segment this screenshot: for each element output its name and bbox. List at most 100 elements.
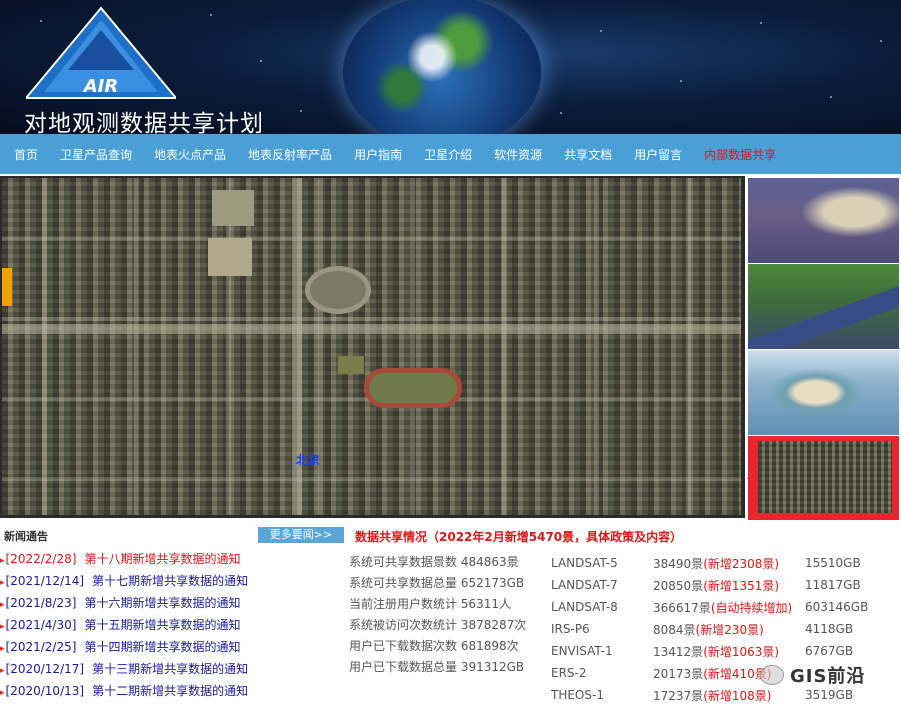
news-item[interactable]: ▸[2021/12/14] 第十七期新增共享数据的通知 (0, 570, 248, 592)
satellite-name: LANDSAT-7 (551, 578, 618, 592)
terrain-patch (208, 238, 252, 276)
count-value: 17237景 (653, 688, 704, 703)
site-title: 对地观测数据共享计划 (24, 111, 264, 134)
thumbnail-river[interactable] (748, 264, 899, 349)
system-stats-list: 系统可共享数据景数 484863景 系统可共享数据总量 652173GB 当前注… (349, 552, 526, 678)
data-size: 603146GB (805, 600, 869, 614)
terrain-patch (338, 356, 364, 374)
news-item[interactable]: ▸[2021/8/23] 第十六期新增共享数据的通知 (0, 592, 248, 614)
news-item[interactable]: ▸[2022/2/28] 第十八期新增共享数据的通知 (0, 548, 248, 570)
news-item[interactable]: ▸[2021/2/25] 第十四期新增共享数据的通知 (0, 636, 248, 658)
increment-value: (新增2308景) (703, 556, 780, 571)
thumbnail-beijing-selected[interactable] (747, 436, 899, 520)
news-date[interactable]: [2021/4/30] (6, 618, 77, 632)
nav-item-shared-docs[interactable]: 共享文档 (564, 146, 612, 163)
side-tab-handle[interactable] (2, 268, 12, 306)
selected-arrow-icon (747, 470, 755, 486)
news-title[interactable]: 第十八期新增共享数据的通知 (84, 552, 240, 566)
bullet-icon: ▸ (0, 556, 5, 566)
news-title[interactable]: 第十二期新增共享数据的通知 (92, 684, 248, 698)
news-date[interactable]: [2021/12/14] (6, 574, 85, 588)
stat-line: 系统可共享数据总量 652173GB (349, 576, 525, 590)
earth-globe-image (343, 0, 541, 134)
nav-item-fire-products[interactable]: 地表火点产品 (154, 146, 226, 163)
table-row: IRS-P6 8084景(新增230景) 4118GB (551, 618, 895, 640)
news-title[interactable]: 第十六期新增共享数据的通知 (84, 596, 240, 610)
scene-count: 8084景(新增230景) (653, 618, 805, 640)
news-title[interactable]: 第十七期新增共享数据的通知 (92, 574, 248, 588)
table-row: LANDSAT-8 366617景(自动持续增加) 603146GB (551, 596, 895, 618)
satellite-name: THEOS-1 (551, 688, 604, 702)
stat-line: 系统可共享数据景数 484863景 (349, 555, 519, 569)
thumbnail-island[interactable] (748, 350, 899, 435)
satellite-name: LANDSAT-5 (551, 556, 618, 570)
nav-item-internal-sharing[interactable]: 内部数据共享 (704, 146, 776, 163)
wechat-icon (760, 665, 784, 685)
nav-item-satellite-intro[interactable]: 卫星介绍 (424, 146, 472, 163)
news-list: ▸[2022/2/28] 第十八期新增共享数据的通知 ▸[2021/12/14] 第… (0, 548, 248, 702)
nav-item-user-guide[interactable]: 用户指南 (354, 146, 402, 163)
count-value: 366617景 (653, 600, 711, 615)
data-size: 6767GB (805, 644, 854, 658)
stat-line: 当前注册用户数统计 56311人 (349, 597, 511, 611)
data-size: 11817GB (805, 578, 861, 592)
table-row: ENVISAT-1 13412景(新增1063景) 6767GB (551, 640, 895, 662)
news-title[interactable]: 第十三期新增共享数据的通知 (92, 662, 248, 676)
nav-item-guestbook[interactable]: 用户留言 (634, 146, 682, 163)
news-date[interactable]: [2021/8/23] (6, 596, 77, 610)
increment-value: (新增108景) (703, 688, 772, 703)
logo-text: AIR (82, 76, 119, 97)
watermark: GIS前沿 (760, 662, 865, 688)
count-value: 38490景 (653, 556, 704, 571)
news-date[interactable]: [2020/10/13] (6, 684, 85, 698)
nav-item-software[interactable]: 软件资源 (494, 146, 542, 163)
header-banner: AIR 对地观测数据共享计划 (0, 0, 901, 134)
watermark-text: GIS前沿 (790, 666, 866, 687)
news-title[interactable]: 第十五期新增共享数据的通知 (84, 618, 240, 632)
scene-count: 13412景(新增1063景) (653, 640, 805, 662)
thumbnail-strip (746, 176, 901, 521)
stat-line: 系统被访问次数统计 3878287次 (349, 618, 527, 632)
scene-count: 366617景(自动持续增加) (653, 596, 805, 618)
image-viewer: 北京 (0, 176, 745, 518)
news-date[interactable]: [2020/12/17] (6, 662, 85, 676)
bullet-icon: ▸ (0, 644, 5, 654)
news-date[interactable]: [2022/2/28] (6, 552, 77, 566)
bullet-icon: ▸ (0, 578, 5, 588)
news-heading: 新闻通告 (4, 530, 48, 543)
nav-item-reflectance-products[interactable]: 地表反射率产品 (248, 146, 332, 163)
stat-line: 用户已下载数据总量 391312GB (349, 660, 525, 674)
bullet-icon: ▸ (0, 622, 5, 632)
increment-value: (新增1351景) (703, 578, 780, 593)
air-logo: AIR (26, 6, 176, 99)
bullet-icon: ▸ (0, 666, 5, 676)
satellite-image-beijing[interactable]: 北京 (2, 178, 741, 515)
stats-heading-link[interactable]: 数据共享情况（2022年2月新增5470景，具体政策及内容） (355, 528, 682, 545)
terrain-patch (212, 190, 254, 226)
count-value: 8084景 (653, 622, 696, 637)
increment-value: (自动持续增加) (710, 600, 793, 615)
satellite-name: LANDSAT-8 (551, 600, 618, 614)
table-row: LANDSAT-7 20850景(新增1351景) 11817GB (551, 574, 895, 596)
satellite-name: IRS-P6 (551, 622, 590, 636)
thumbnail-coast[interactable] (748, 178, 899, 263)
table-row: LANDSAT-5 38490景(新增2308景) 15510GB (551, 552, 895, 574)
satellite-name: ERS-2 (551, 666, 587, 680)
running-track-feature (364, 368, 462, 408)
main-nav: 首页 卫星产品查询 地表火点产品 地表反射率产品 用户指南 卫星介绍 软件资源 … (0, 134, 901, 174)
bullet-icon: ▸ (0, 600, 5, 610)
count-value: 13412景 (653, 644, 704, 659)
nav-item-satellite-query[interactable]: 卫星产品查询 (60, 146, 132, 163)
increment-value: (新增230景) (695, 622, 764, 637)
news-item[interactable]: ▸[2021/4/30] 第十五期新增共享数据的通知 (0, 614, 248, 636)
count-value: 20850景 (653, 578, 704, 593)
stat-line: 用户已下载数据次数 681898次 (349, 639, 519, 653)
news-section: 新闻通告 更多要闻>> ▸[2022/2/28] 第十八期新增共享数据的通知 ▸[… (0, 524, 345, 715)
news-item[interactable]: ▸[2020/12/17] 第十三期新增共享数据的通知 (0, 658, 248, 680)
news-date[interactable]: [2021/2/25] (6, 640, 77, 654)
news-title[interactable]: 第十四期新增共享数据的通知 (84, 640, 240, 654)
satellite-name: ENVISAT-1 (551, 644, 613, 658)
nav-item-home[interactable]: 首页 (14, 146, 38, 163)
more-news-button[interactable]: 更多要闻>> (258, 527, 344, 543)
news-item[interactable]: ▸[2020/10/13] 第十二期新增共享数据的通知 (0, 680, 248, 702)
